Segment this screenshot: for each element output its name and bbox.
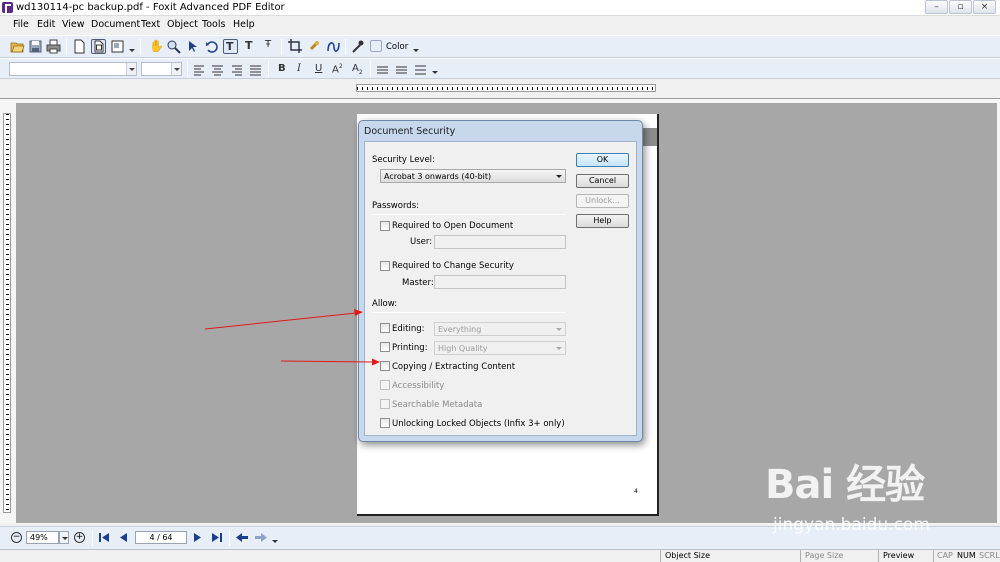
baidu-watermark: Bai 经验 jingyan.baidu.com [765, 452, 995, 542]
status-bar [0, 549, 1000, 562]
next-page-icon[interactable] [193, 532, 203, 543]
zoom-field[interactable]: 49% [26, 531, 59, 544]
back-icon[interactable] [235, 532, 249, 543]
num-lock-indicator: NUM [957, 551, 976, 560]
scroll-lock-indicator: SCRL [979, 551, 1000, 560]
history-dropdown-arrow[interactable] [272, 540, 278, 543]
watermark-logo: Bai 经验 [765, 462, 925, 508]
page-field[interactable]: 4 / 64 [135, 531, 187, 544]
forward-icon[interactable] [254, 532, 268, 543]
object-size-status: Object Size [665, 551, 711, 560]
previous-page-icon[interactable] [118, 532, 128, 543]
first-page-icon[interactable] [98, 532, 110, 543]
zoom-out-icon[interactable]: − [11, 532, 22, 543]
caps-lock-indicator: CAP [937, 551, 953, 560]
annotation-arrow-allow [204, 309, 363, 330]
watermark-url: jingyan.baidu.com [773, 515, 930, 535]
zoom-dropdown[interactable] [59, 531, 69, 544]
annotation-arrow-copying [280, 358, 380, 366]
last-page-icon[interactable] [211, 532, 223, 543]
zoom-in-icon[interactable]: + [74, 532, 85, 543]
preview-status: Preview [883, 551, 915, 560]
page-size-status: Page Size [805, 551, 844, 560]
